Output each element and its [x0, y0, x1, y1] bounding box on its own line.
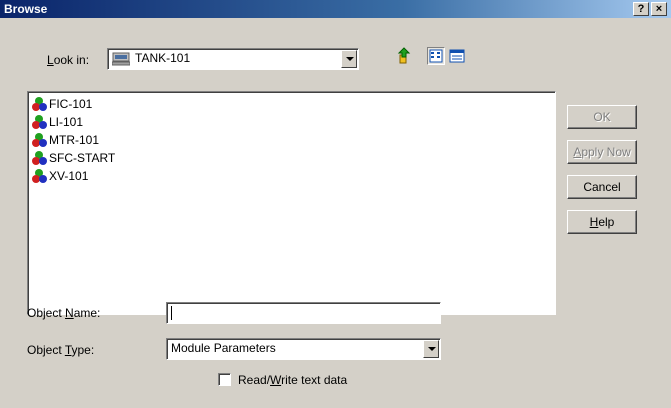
title-bar: Browse ? × [0, 0, 671, 18]
text-cursor [171, 306, 172, 320]
list-item-label: SFC-START [49, 151, 116, 165]
object-name-label: Object Name: [27, 306, 101, 320]
module-icon [31, 96, 48, 115]
module-icon [31, 150, 48, 169]
list-item-label: LI-101 [49, 115, 84, 129]
look-in-combo[interactable]: TANK-101 [107, 48, 359, 70]
help-button[interactable]: Help [567, 210, 637, 234]
read-write-checkbox[interactable] [218, 373, 231, 386]
computer-icon [111, 52, 131, 66]
close-button[interactable]: × [651, 2, 667, 16]
object-type-select[interactable]: Module Parameters [166, 338, 441, 360]
details-view-icon[interactable] [449, 48, 467, 66]
window-title: Browse [4, 2, 48, 16]
apply-now-button[interactable]: Apply Now [567, 140, 637, 164]
help-title-button[interactable]: ? [633, 2, 649, 16]
look-in-value: TANK-101 [135, 51, 191, 65]
chevron-down-icon[interactable] [423, 340, 439, 358]
object-type-label: Object Type: [27, 343, 95, 357]
object-name-input[interactable] [166, 302, 441, 324]
module-icon [31, 114, 48, 133]
module-icon [31, 132, 48, 151]
list-item-label: FIC-101 [49, 97, 93, 111]
chevron-down-icon[interactable] [341, 50, 357, 68]
up-folder-icon[interactable] [397, 47, 415, 65]
module-icon [31, 168, 48, 187]
look-in-label: Look in: [47, 53, 90, 67]
ok-button[interactable]: OK [567, 105, 637, 129]
cancel-button[interactable]: Cancel [567, 175, 637, 199]
list-item-label: XV-101 [49, 169, 89, 183]
object-list[interactable]: FIC-101 LI-101 MTR-101 SFC-START XV-101 [27, 91, 556, 315]
read-write-label: Read/Write text data [238, 373, 348, 387]
list-item-label: MTR-101 [49, 133, 100, 147]
list-view-icon[interactable] [427, 47, 445, 65]
